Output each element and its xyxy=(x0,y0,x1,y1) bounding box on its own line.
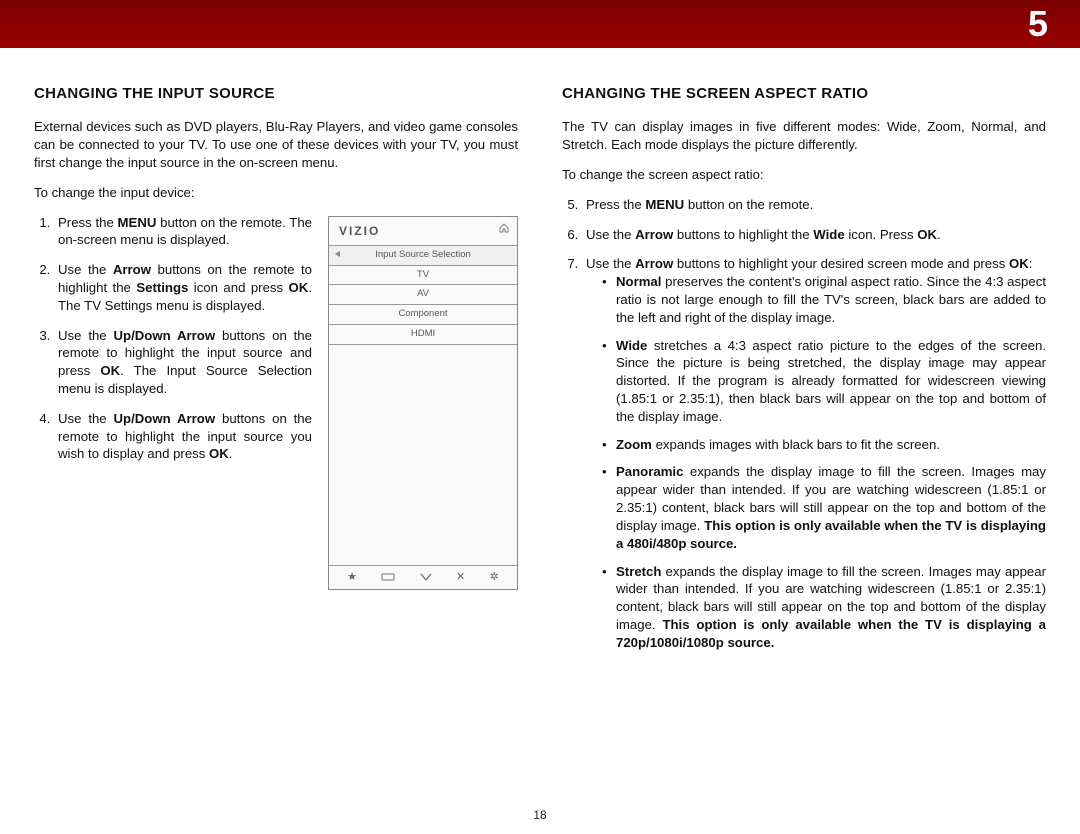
mock-row: Component xyxy=(329,304,517,324)
mock-header: VIZIO xyxy=(329,217,517,245)
mock-list: Input Source Selection TV AV Component H… xyxy=(329,245,517,345)
rect-icon xyxy=(381,573,395,581)
page-content: CHANGING THE INPUT SOURCE External devic… xyxy=(0,48,1080,664)
mode-wide: Wide stretches a 4:3 aspect ratio pictur… xyxy=(604,337,1046,426)
right-lead: To change the screen aspect ratio: xyxy=(562,166,1046,184)
mode-list: Normal preserves the content's original … xyxy=(586,273,1046,651)
star-icon: ★ xyxy=(347,570,357,585)
input-steps: Press the MENU button on the remote. The… xyxy=(34,214,312,476)
mock-body: Input Source Selection TV AV Component H… xyxy=(329,245,517,565)
x-icon: ✕ xyxy=(456,570,465,585)
step-5: Press the MENU button on the remote. xyxy=(582,196,1046,214)
page-number: 18 xyxy=(0,808,1080,822)
mock-footer: ★ ✕ ✲ xyxy=(329,565,517,589)
mode-normal: Normal preserves the content's original … xyxy=(604,273,1046,326)
v-icon xyxy=(420,573,432,581)
right-heading: CHANGING THE SCREEN ASPECT RATIO xyxy=(562,84,1046,104)
back-arrow-icon xyxy=(335,251,340,257)
step-1: Press the MENU button on the remote. The… xyxy=(54,214,312,250)
mode-stretch: Stretch expands the display image to fil… xyxy=(604,563,1046,652)
chapter-number: 5 xyxy=(1028,3,1048,45)
onscreen-menu-mock: VIZIO Input Source Selection TV AV Compo… xyxy=(328,216,518,590)
mock-row-title: Input Source Selection xyxy=(329,245,517,265)
mock-row: TV xyxy=(329,265,517,285)
mock-row: AV xyxy=(329,284,517,304)
step-4: Use the Up/Down Arrow buttons on the rem… xyxy=(54,410,312,463)
left-intro: External devices such as DVD players, Bl… xyxy=(34,118,518,171)
mock-row: HDMI xyxy=(329,324,517,344)
left-heading: CHANGING THE INPUT SOURCE xyxy=(34,84,518,104)
step-2: Use the Arrow buttons on the remote to h… xyxy=(54,261,312,314)
step-6: Use the Arrow buttons to highlight the W… xyxy=(582,226,1046,244)
home-icon xyxy=(499,223,509,238)
left-lead: To change the input device: xyxy=(34,184,518,202)
gear-icon: ✲ xyxy=(490,570,499,585)
step-7: Use the Arrow buttons to highlight your … xyxy=(582,255,1046,651)
mode-panoramic: Panoramic expands the display image to f… xyxy=(604,463,1046,552)
aspect-steps: Press the MENU button on the remote. Use… xyxy=(562,196,1046,652)
right-intro: The TV can display images in five differ… xyxy=(562,118,1046,154)
step-3: Use the Up/Down Arrow buttons on the rem… xyxy=(54,327,312,398)
chapter-header: 5 xyxy=(0,0,1080,48)
left-column: CHANGING THE INPUT SOURCE External devic… xyxy=(34,84,518,664)
mode-zoom: Zoom expands images with black bars to f… xyxy=(604,436,1046,454)
right-column: CHANGING THE SCREEN ASPECT RATIO The TV … xyxy=(562,84,1046,664)
brand-logo: VIZIO xyxy=(339,223,380,239)
